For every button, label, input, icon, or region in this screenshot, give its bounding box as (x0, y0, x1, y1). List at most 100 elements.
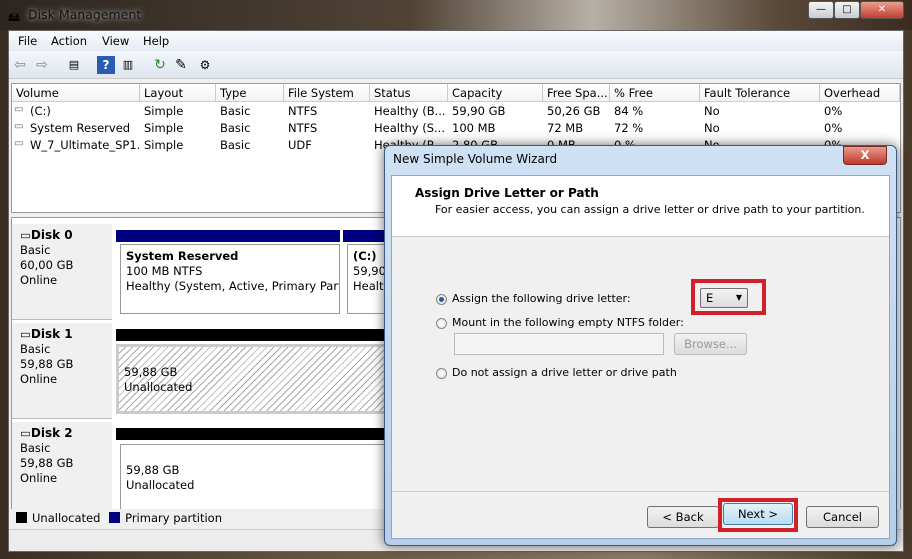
partition-status: Healthy (System, Active, Primary Partiti… (126, 279, 339, 293)
folder-path-input[interactable] (454, 333, 664, 355)
unallocated-space-disk-2[interactable]: 59,88 GB Unallocated (120, 444, 410, 512)
radio-no-drive-letter[interactable] (436, 368, 447, 379)
minimize-button[interactable]: — (808, 1, 834, 19)
table-cell: 0% (824, 104, 843, 118)
back-button[interactable]: < Back (647, 506, 719, 528)
dvd-drive-icon: ▭ (14, 138, 24, 149)
menu-view[interactable]: View (102, 34, 129, 48)
column-header-free-space[interactable]: Free Spa... (543, 84, 610, 102)
disk-name: Disk 1 (30, 327, 73, 341)
disk-2-label[interactable]: ▭Disk 2 Basic 59,88 GB Online (12, 422, 112, 510)
partition-title: (C:) (353, 249, 377, 263)
table-cell: NTFS (288, 104, 318, 118)
partition-bar-unallocated (116, 428, 406, 440)
table-cell: Simple (144, 138, 184, 152)
table-row[interactable]: System Reserved Simple Basic NTFS Healthy (S… (12, 120, 900, 137)
table-cell: 100 MB (452, 121, 496, 135)
disk-type: Basic (20, 243, 51, 257)
no-drive-letter-label[interactable]: Do not assign a drive letter or drive pa… (452, 366, 677, 379)
disk-1-label[interactable]: ▭Disk 1 Basic 59,88 GB Online (12, 323, 112, 419)
table-cell: 0% (824, 121, 843, 135)
legend-swatch-primary (109, 512, 121, 523)
table-cell: 72 % (614, 121, 644, 135)
cancel-button[interactable]: Cancel (806, 506, 879, 528)
disk-name: Disk 0 (30, 228, 73, 242)
column-header-status[interactable]: Status (370, 84, 448, 102)
drive-icon: ▭ (14, 121, 24, 132)
column-header-volume[interactable]: Volume (12, 84, 140, 102)
column-header-type[interactable]: Type (216, 84, 284, 102)
table-cell: Basic (220, 138, 251, 152)
menu-bar: File Action View Help (9, 31, 903, 51)
drive-icon: ▭ (14, 104, 24, 115)
unallocated-space-disk-1[interactable]: 59,88 GB Unallocated (116, 344, 406, 414)
radio-assign-drive-letter[interactable] (436, 294, 447, 305)
column-header-file-system[interactable]: File System (284, 84, 370, 102)
partition-status: Unallocated (124, 380, 193, 394)
table-cell: UDF (288, 138, 312, 152)
partition-system-reserved[interactable]: System Reserved 100 MB NTFS Healthy (Sys… (120, 244, 340, 314)
partition-size: 59,88 GB (126, 463, 180, 477)
table-cell: 59,90 GB (452, 104, 506, 118)
disk-name: Disk 2 (30, 426, 73, 440)
legend-primary-partition: Primary partition (125, 511, 222, 525)
table-cell: NTFS (288, 121, 318, 135)
partition-bar-primary (116, 230, 340, 242)
close-button[interactable]: ✕ (860, 1, 904, 19)
disk-type: Basic (20, 342, 51, 356)
title-bar: 🖴 Disk Management — □ ✕ (0, 0, 912, 30)
disk-status: Online (20, 471, 58, 485)
mount-folder-label[interactable]: Mount in the following empty NTFS folder… (452, 316, 684, 329)
help-icon[interactable]: ? (97, 56, 115, 74)
drive-letter-dropdown[interactable]: E ▼ (700, 288, 748, 308)
refresh-icon[interactable]: ↻ (151, 56, 169, 74)
radio-mount-folder[interactable] (436, 318, 447, 329)
maximize-button[interactable]: □ (834, 1, 860, 19)
settings-icon[interactable]: ⚙ (196, 56, 214, 74)
legend-swatch-unallocated (16, 512, 27, 523)
table-row[interactable]: (C:) Simple Basic NTFS Healthy (B... 59,90 GB… (12, 103, 900, 120)
table-cell: Healthy (S... (374, 121, 445, 135)
table-cell: (C:) (30, 104, 51, 118)
partition-status: Unallocated (126, 478, 195, 492)
next-button[interactable]: Next > (723, 503, 793, 525)
table-cell: System Reserved (30, 121, 131, 135)
browse-button[interactable]: Browse... (674, 333, 747, 355)
disk-icon: ▭ (20, 228, 31, 242)
menu-file[interactable]: File (18, 34, 37, 48)
new-simple-volume-wizard: New Simple Volume Wizard X Assign Drive … (384, 145, 897, 546)
table-cell: Healthy (B... (374, 104, 446, 118)
column-header-overhead[interactable]: Overhead (820, 84, 900, 102)
disk-type: Basic (20, 441, 51, 455)
table-cell: 84 % (614, 104, 644, 118)
disk-size: 60,00 GB (20, 258, 74, 272)
column-header-fault-tolerance[interactable]: Fault Tolerance (700, 84, 820, 102)
legend-unallocated: Unallocated (32, 511, 101, 525)
assign-drive-letter-label[interactable]: Assign the following drive letter: (452, 292, 631, 305)
column-header-capacity[interactable]: Capacity (448, 84, 543, 102)
table-cell: Simple (144, 104, 184, 118)
table-cell: W_7_Ultimate_SP1... (30, 138, 140, 152)
show-hide-action-pane-icon[interactable]: ▥ (119, 56, 137, 74)
partition-title: System Reserved (126, 249, 239, 263)
disk-0-label[interactable]: ▭Disk 0 Basic 60,00 GB Online (12, 224, 112, 320)
wizard-close-button[interactable]: X (843, 146, 887, 165)
disk-status: Online (20, 273, 58, 287)
menu-help[interactable]: Help (143, 34, 169, 48)
partition-size: 59,88 GB (124, 365, 178, 379)
table-cell: 72 MB (547, 121, 584, 135)
column-header-layout[interactable]: Layout (140, 84, 216, 102)
wizard-body: Assign Drive Letter or Path For easier a… (391, 175, 890, 539)
disk-status: Online (20, 372, 58, 386)
back-icon[interactable]: ⇦ (11, 56, 29, 74)
disk-size: 59,88 GB (20, 456, 74, 470)
table-cell: Basic (220, 104, 251, 118)
forward-icon[interactable]: ⇨ (33, 56, 51, 74)
window-title: Disk Management (28, 7, 142, 22)
wizard-title: New Simple Volume Wizard (393, 152, 558, 166)
wizard-header: Assign Drive Letter or Path For easier a… (392, 176, 889, 237)
show-hide-console-tree-icon[interactable]: ▤ (65, 56, 83, 74)
column-header-percent-free[interactable]: % Free (610, 84, 700, 102)
menu-action[interactable]: Action (51, 34, 87, 48)
properties-icon[interactable]: ✎ (172, 56, 190, 74)
